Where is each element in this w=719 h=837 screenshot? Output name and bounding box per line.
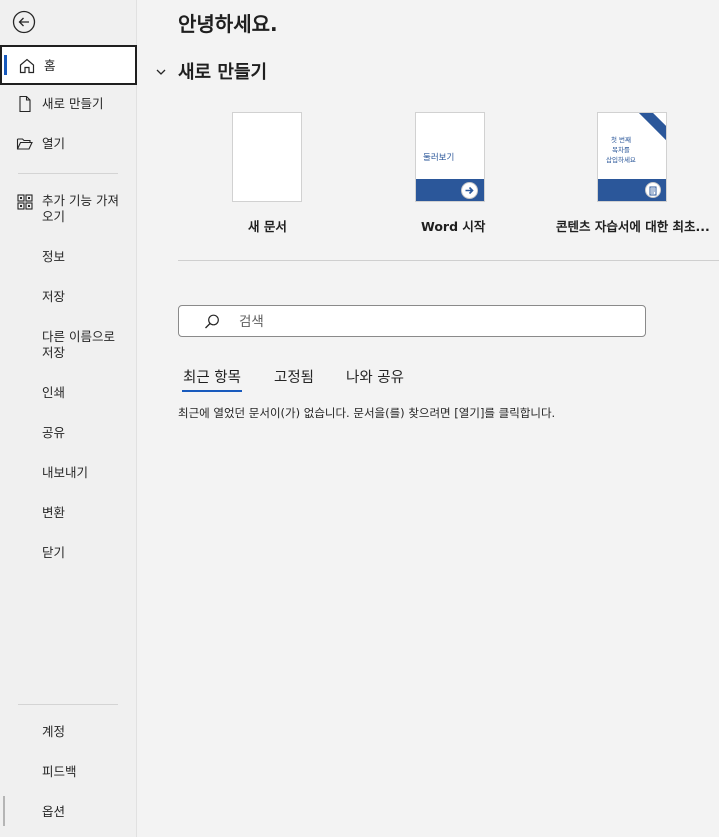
sidebar-item-export[interactable]: 내보내기	[0, 465, 137, 483]
open-folder-icon	[16, 135, 34, 153]
empty-recent-message: 최근에 열었던 문서이(가) 없습니다. 문서을(를) 찾으려면 [열기]를 클…	[178, 406, 556, 420]
sidebar-item-label: 변환	[42, 505, 66, 520]
template-caption: 새 문서	[248, 219, 287, 234]
new-section-title: 새로 만들기	[178, 62, 268, 83]
template-caption: 콘텐츠 자습서에 대한 최초...	[556, 219, 710, 234]
sidebar-item-label: 열기	[42, 136, 66, 151]
tab-pinned[interactable]: 고정됨	[274, 366, 314, 387]
search-box[interactable]	[178, 305, 646, 337]
home-icon	[18, 57, 36, 75]
thumb-line: 삽입하세요	[606, 156, 636, 164]
template-thumbnail	[232, 112, 302, 202]
new-section-header[interactable]: 새로 만들기	[154, 58, 267, 84]
sidebar-item-share[interactable]: 공유	[0, 425, 137, 443]
sidebar-divider	[18, 173, 118, 174]
sidebar-item-label: 정보	[42, 249, 66, 264]
sidebar-item-label: 닫기	[42, 545, 66, 560]
document-icon	[645, 182, 661, 198]
template-thumbnail: 둘러보기	[415, 112, 485, 202]
sidebar-item-label: 저장	[42, 289, 66, 304]
sidebar-divider	[18, 704, 118, 705]
sidebar-item-feedback[interactable]: 피드백	[0, 764, 137, 782]
thumb-corner-ribbon	[633, 113, 666, 144]
addins-grid-icon	[16, 193, 34, 211]
sidebar-item-account[interactable]: 계정	[0, 724, 137, 742]
sidebar-item-close[interactable]: 닫기	[0, 545, 137, 563]
sidebar-item-save-as[interactable]: 다른 이름으로 저장	[0, 329, 137, 363]
sidebar-item-new[interactable]: 새로 만들기	[0, 95, 137, 117]
sidebar-item-label: 새로 만들기	[42, 96, 104, 111]
sidebar-item-label: 다른 이름으로 저장	[42, 329, 115, 360]
section-divider	[178, 260, 719, 261]
back-arrow-icon[interactable]	[12, 10, 36, 34]
template-thumbnail: 첫 번째 목차를 삽입하세요	[597, 112, 667, 202]
greeting-title: 안녕하세요.	[178, 12, 278, 36]
sidebar-item-home[interactable]: 홈	[0, 45, 137, 85]
thumb-line: 첫 번째	[610, 136, 631, 144]
search-icon	[203, 313, 221, 331]
sidebar-item-label: 내보내기	[42, 465, 89, 480]
sidebar-item-label: 계정	[42, 724, 66, 739]
thumb-text: 둘러보기	[423, 153, 455, 163]
sidebar-item-label: 공유	[42, 425, 66, 440]
arrow-right-icon	[461, 182, 478, 199]
chevron-down-icon	[154, 64, 168, 78]
sidebar-item-transform[interactable]: 변환	[0, 505, 137, 523]
thumb-text: 첫 번째 목차를 삽입하세요	[606, 135, 636, 165]
sidebar-item-label: 옵션	[42, 804, 66, 819]
sidebar-item-open[interactable]: 열기	[0, 135, 137, 157]
tab-shared-with-me[interactable]: 나와 공유	[346, 366, 404, 387]
sidebar-item-label: 홈	[44, 58, 56, 73]
sidebar-item-info[interactable]: 정보	[0, 249, 137, 267]
sidebar-item-print[interactable]: 인쇄	[0, 385, 137, 403]
backstage-main: 안녕하세요. 새로 만들기 새 문서 둘러보기 Word 시작 첫 번째 목차를…	[138, 0, 719, 837]
backstage-sidebar: 홈 새로 만들기 열기 추가 기능 가져오기 정보 저장 다른 이름으로 저장 …	[0, 0, 137, 837]
thumb-line: 목차를	[611, 146, 630, 154]
sidebar-item-save[interactable]: 저장	[0, 289, 137, 307]
tab-recent[interactable]: 최근 항목	[182, 366, 242, 392]
sidebar-item-get-addins[interactable]: 추가 기능 가져오기	[0, 192, 137, 228]
new-document-icon	[16, 95, 34, 113]
template-caption: Word 시작	[421, 219, 486, 234]
sidebar-item-label: 추가 기능 가져오기	[42, 193, 119, 224]
sidebar-item-options[interactable]: 옵션	[0, 804, 137, 822]
sidebar-item-label: 인쇄	[42, 385, 66, 400]
search-input[interactable]	[237, 311, 631, 333]
sidebar-item-label: 피드백	[42, 764, 77, 779]
